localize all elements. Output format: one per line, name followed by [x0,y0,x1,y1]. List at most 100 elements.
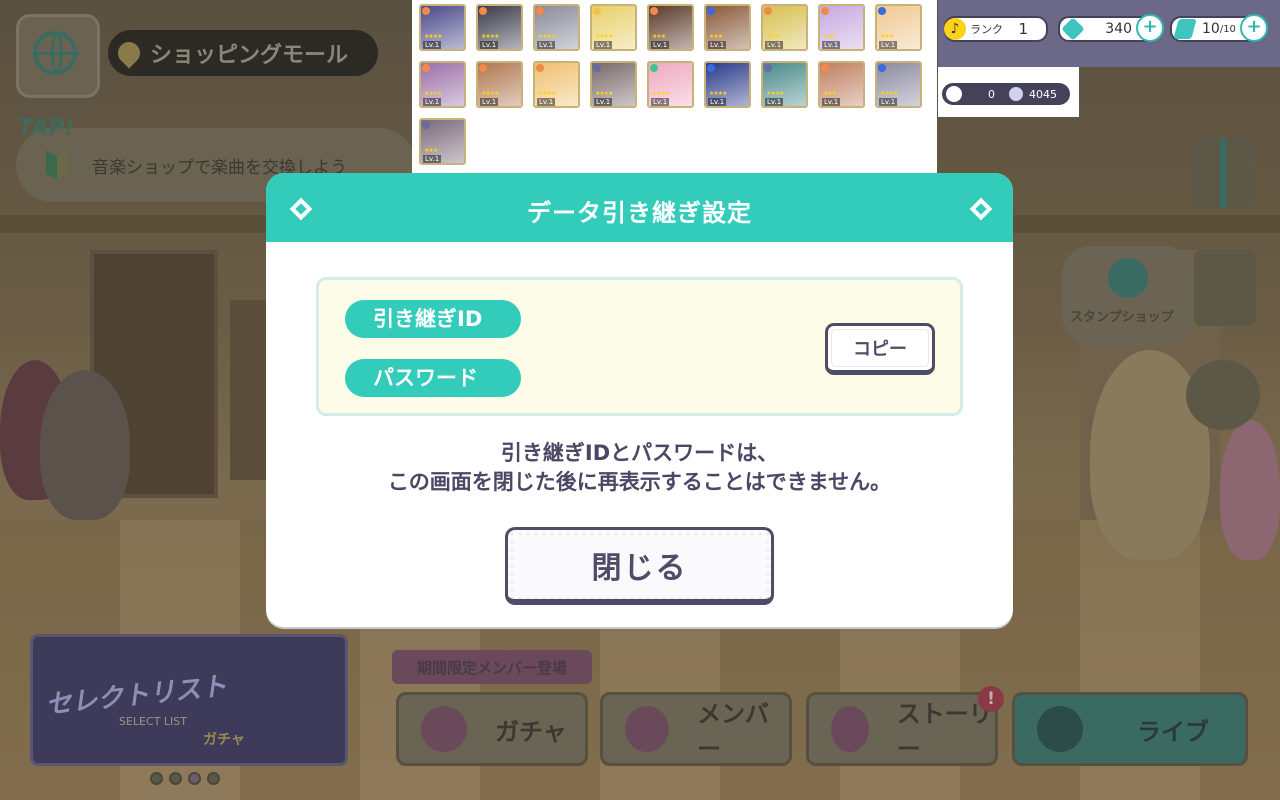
notification-badge: ! [978,686,1004,712]
gacha-nav-button[interactable]: ガチャ [396,692,588,766]
data-transfer-dialog: データ引き継ぎ設定 引き継ぎID パスワード コピー 引き継ぎIDとパスワードは… [266,173,1013,627]
transfer-id-label: 引き継ぎID [345,300,521,338]
sub-currency-2-value: 4045 [1029,87,1057,101]
card-strip: ★★★★ Lv.1 ★★★★ Lv.1 ★★★★ Lv.1 ★★★★ Lv.1 ★★★ Lv.1 ★… [412,0,937,173]
card-level: Lv.1 [708,98,727,106]
rarity-stars: ★★★ [766,33,780,40]
card-level: Lv.1 [480,98,499,106]
member-nav-button[interactable]: メンバー [600,692,792,766]
banner-pagination [150,772,220,785]
story-nav-button[interactable]: ストーリー [806,692,998,766]
rarity-stars: ★★★ [424,147,438,154]
member-card[interactable]: ★★★ Lv.1 [761,4,808,51]
close-button[interactable]: 閉じる [505,527,774,605]
pagination-dot[interactable] [150,772,163,785]
attribute-icon [650,64,658,72]
credentials-box: 引き継ぎID パスワード コピー [316,277,963,416]
card-level: Lv.1 [594,41,613,49]
attribute-icon [536,64,544,72]
coin-icon [1009,87,1023,101]
member-card[interactable]: ★★★★ Lv.1 [419,4,466,51]
member-card[interactable]: ★★★★ Lv.1 [647,61,694,108]
rank-value: 1 [1018,20,1028,38]
card-level: Lv.1 [423,98,442,106]
password-label: パスワード [345,359,521,397]
member-card[interactable]: ★★★ Lv.1 [818,61,865,108]
card-level: Lv.1 [594,98,613,106]
card-level: Lv.1 [651,41,670,49]
member-card[interactable]: ★★★★ Lv.1 [704,61,751,108]
character-chibi[interactable] [1220,420,1280,560]
book-icon [831,706,869,752]
smiley-stamp-icon [1108,258,1148,298]
card-level: Lv.1 [480,41,499,49]
location-indicator: ショッピングモール [108,30,378,76]
rarity-stars: ★★★★ [538,90,556,97]
add-stamina-button[interactable]: + [1240,14,1268,42]
card-level: Lv.1 [879,98,898,106]
close-button-label: 閉じる [591,550,688,586]
world-map-button[interactable] [16,14,100,98]
attribute-icon [536,7,544,15]
attribute-icon [479,64,487,72]
member-card[interactable]: ★★★ Lv.1 [647,4,694,51]
character-chibi[interactable] [40,370,130,520]
member-card[interactable]: ★★★ Lv.1 [419,118,466,165]
add-crystal-button[interactable]: + [1136,14,1164,42]
member-card[interactable]: ★★★ Lv.1 [818,4,865,51]
attribute-icon [764,64,772,72]
member-card[interactable]: ★★★★ Lv.1 [590,61,637,108]
copy-button-label: コピー [853,339,907,360]
member-card[interactable]: ★★★ Lv.1 [875,4,922,51]
card-level: Lv.1 [708,41,727,49]
pagination-dot[interactable] [207,772,220,785]
stamp-shop-button[interactable]: スタンプショップ [1062,246,1194,346]
pagination-dot-active[interactable] [188,772,201,785]
friends-button[interactable] [1186,360,1260,430]
attribute-icon [821,64,829,72]
location-name: ショッピングモール [150,43,349,68]
dialog-header: データ引き継ぎ設定 [266,173,1013,242]
rarity-stars: ★★★★ [481,90,499,97]
stamina-icon [1173,19,1197,39]
member-card[interactable]: ★★★★ Lv.1 [533,61,580,108]
pagination-dot[interactable] [169,772,182,785]
attribute-icon [821,7,829,15]
dialog-title: データ引き継ぎ設定 [527,199,752,227]
mission-list-button[interactable] [1194,250,1256,326]
rarity-stars: ★★★★ [652,90,670,97]
member-card[interactable]: ★★★★ Lv.1 [761,61,808,108]
card-level: Lv.1 [765,41,784,49]
member-card[interactable]: ★★★★ Lv.1 [875,61,922,108]
attribute-icon [593,7,601,15]
card-grid: ★★★★ Lv.1 ★★★★ Lv.1 ★★★★ Lv.1 ★★★★ Lv.1 ★★★ Lv.1 ★… [419,4,939,175]
rarity-stars: ★★★ [823,90,837,97]
notice-line-1: 引き継ぎIDとパスワードは、 [500,441,779,465]
attribute-icon [422,121,430,129]
notice-line-2: この画面を閉じた後に再表示することはできません。 [387,470,892,494]
gacha-banner[interactable]: セレクトリスト SELECT LIST ガチャ [30,634,348,766]
member-card[interactable]: ★★★★ Lv.1 [533,4,580,51]
present-box-button[interactable] [1192,138,1254,208]
member-card[interactable]: ★★★★ Lv.1 [419,61,466,108]
sub-currency-bar: 0 4045 [942,83,1070,105]
attribute-icon [707,64,715,72]
rarity-stars: ★★★ [880,33,894,40]
member-icon [625,706,670,752]
member-nav-label: メンバー [697,700,770,763]
attribute-icon [707,7,715,15]
limited-member-tag: 期間限定メンバー登場 [392,650,592,684]
copy-button[interactable]: コピー [825,323,935,375]
rank-display: ♪ ランク 1 [944,16,1048,42]
crystal-icon [1061,17,1085,41]
stamp-shop-label: スタンプショップ [1070,310,1174,325]
attribute-icon [593,64,601,72]
member-card[interactable]: ★★★ Lv.1 [704,4,751,51]
member-card[interactable]: ★★★★ Lv.1 [476,61,523,108]
card-level: Lv.1 [651,98,670,106]
live-nav-button[interactable]: ライブ [1012,692,1248,766]
member-card[interactable]: ★★★★ Lv.1 [476,4,523,51]
rarity-stars: ★★★ [709,33,723,40]
member-card[interactable]: ★★★★ Lv.1 [590,4,637,51]
gacha-nav-label: ガチャ [495,717,567,746]
